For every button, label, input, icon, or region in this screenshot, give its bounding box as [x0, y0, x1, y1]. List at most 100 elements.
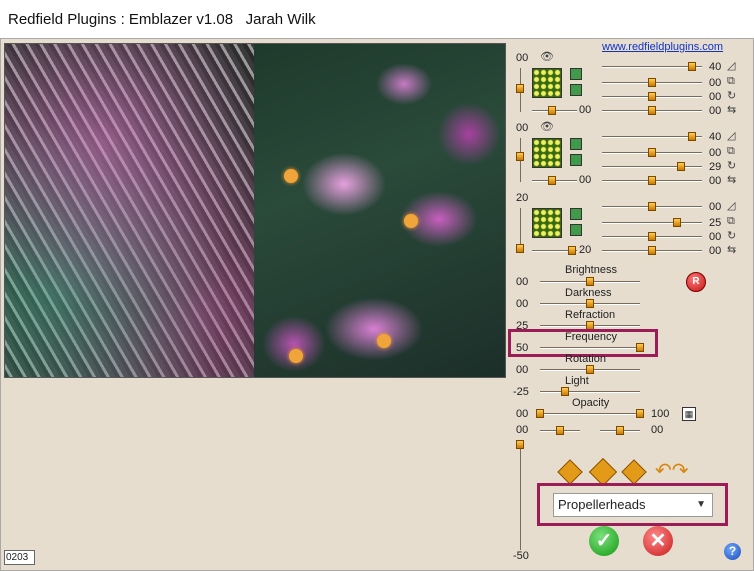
- slider-knob[interactable]: [548, 106, 556, 115]
- slider-value: 00: [709, 91, 722, 103]
- flip-icon[interactable]: ⇆: [727, 103, 736, 116]
- flower-spadix: [289, 349, 303, 363]
- opacity-knob-left[interactable]: [536, 409, 544, 418]
- flower-spadix: [404, 214, 418, 228]
- slider-knob[interactable]: [648, 246, 656, 255]
- pattern-toggle-icon[interactable]: [570, 154, 582, 166]
- triangle-icon[interactable]: ◿: [727, 129, 735, 142]
- slider-knob[interactable]: [648, 176, 656, 185]
- slider-value: 00: [709, 245, 722, 257]
- texture-thumbnail[interactable]: [532, 68, 562, 98]
- slider-knob[interactable]: [688, 62, 696, 71]
- slider-track[interactable]: [602, 136, 702, 138]
- texture-thumbnail[interactable]: [532, 138, 562, 168]
- frequency-value: 50: [516, 342, 529, 354]
- ok-button[interactable]: ✓: [589, 526, 619, 556]
- reset-button[interactable]: R: [686, 272, 706, 292]
- refraction-label: Refraction: [565, 309, 616, 321]
- extra-row-right-value: 00: [651, 424, 664, 436]
- rotate-icon[interactable]: ↻: [727, 89, 736, 102]
- transparency-icon[interactable]: ▦: [682, 407, 696, 421]
- layer-vertical-knob[interactable]: [516, 84, 524, 93]
- shape-toggle-icon[interactable]: [570, 68, 582, 80]
- layer-left-value: 20: [516, 192, 529, 204]
- preview-pane[interactable]: [4, 43, 506, 378]
- rotate-icon[interactable]: ↻: [727, 159, 736, 172]
- light-value: -25: [513, 386, 529, 398]
- slider-knob[interactable]: [648, 202, 656, 211]
- frequency-knob[interactable]: [636, 343, 644, 352]
- opacity-track[interactable]: [540, 413, 640, 415]
- triangle-icon[interactable]: ◿: [727, 59, 735, 72]
- slider-knob[interactable]: [648, 92, 656, 101]
- slider-value: 00: [579, 174, 592, 186]
- slider-value: 20: [579, 244, 592, 256]
- pattern-toggle-icon[interactable]: [570, 224, 582, 236]
- light-knob[interactable]: [561, 387, 569, 396]
- slider-knob[interactable]: [648, 232, 656, 241]
- copy-icon[interactable]: ⧉: [727, 215, 735, 228]
- eye-icon[interactable]: 👁: [540, 120, 554, 133]
- triangle-icon[interactable]: ◿: [727, 199, 735, 212]
- layer-2: 00 👁 40 ◿ 00 ⧉ 29 ↻ 00 00 ⇆: [514, 120, 750, 188]
- layer-vertical-knob[interactable]: [516, 244, 524, 253]
- copy-icon[interactable]: ⧉: [727, 75, 735, 88]
- slider-knob[interactable]: [648, 78, 656, 87]
- master-vertical-knob[interactable]: [516, 440, 524, 449]
- slider-value: 25: [709, 217, 722, 229]
- window-title: Redfield Plugins : Emblazer v1.08 Jarah …: [8, 11, 316, 28]
- extra-row-knob-right[interactable]: [616, 426, 624, 435]
- slider-knob[interactable]: [648, 148, 656, 157]
- flip-icon[interactable]: ⇆: [727, 173, 736, 186]
- master-vertical-value: -50: [513, 550, 529, 562]
- slider-value: 00: [579, 104, 592, 116]
- eye-icon[interactable]: 👁: [540, 50, 554, 63]
- slider-value: 00: [709, 201, 722, 213]
- slider-knob[interactable]: [688, 132, 696, 141]
- slider-track[interactable]: [602, 66, 702, 68]
- opacity-value-left: 00: [516, 408, 529, 420]
- darkness-label: Darkness: [565, 287, 612, 299]
- slider-knob[interactable]: [568, 246, 576, 255]
- slider-track[interactable]: [602, 222, 702, 224]
- copy-icon[interactable]: ⧉: [727, 145, 735, 158]
- slider-knob[interactable]: [677, 162, 685, 171]
- opacity-value-right: 100: [651, 408, 670, 420]
- pattern-toggle-icon[interactable]: [570, 84, 582, 96]
- light-track[interactable]: [540, 391, 640, 393]
- frequency-track[interactable]: [540, 347, 640, 349]
- rotation-label: Rotation: [565, 353, 606, 365]
- darkness-knob[interactable]: [586, 299, 594, 308]
- slider-knob[interactable]: [648, 106, 656, 115]
- layer-left-value: 00: [516, 52, 529, 64]
- flip-icon[interactable]: ⇆: [727, 243, 736, 256]
- slider-value: 00: [709, 77, 722, 89]
- flower-spadix: [377, 334, 391, 348]
- rotation-knob[interactable]: [586, 365, 594, 374]
- master-vertical-track[interactable]: [520, 440, 521, 550]
- extra-row-knob-left[interactable]: [556, 426, 564, 435]
- opacity-label: Opacity: [572, 397, 610, 409]
- brightness-knob[interactable]: [586, 277, 594, 286]
- texture-thumbnail[interactable]: [532, 208, 562, 238]
- darkness-value: 00: [516, 298, 529, 310]
- slider-track[interactable]: [602, 166, 702, 168]
- opacity-knob-right[interactable]: [636, 409, 644, 418]
- shape-toggle-icon[interactable]: [570, 208, 582, 220]
- slider-value: 00: [709, 231, 722, 243]
- shape-toggle-icon[interactable]: [570, 138, 582, 150]
- layer-vertical-knob[interactable]: [516, 152, 524, 161]
- rotate-icon[interactable]: ↻: [727, 229, 736, 242]
- brightness-value: 00: [516, 276, 529, 288]
- light-label: Light: [565, 375, 589, 387]
- preview-original-image: [254, 44, 505, 377]
- slider-value: 00: [709, 105, 722, 117]
- frame-counter: 0203: [4, 550, 35, 565]
- slider-knob[interactable]: [673, 218, 681, 227]
- preset-dropdown[interactable]: Propellerheads ▼: [553, 493, 713, 517]
- cancel-button[interactable]: ✕: [643, 526, 673, 556]
- help-button[interactable]: ?: [724, 543, 741, 560]
- rotation-value: 00: [516, 364, 529, 376]
- undo-redo-icon[interactable]: ↶↷: [655, 458, 689, 483]
- slider-knob[interactable]: [548, 176, 556, 185]
